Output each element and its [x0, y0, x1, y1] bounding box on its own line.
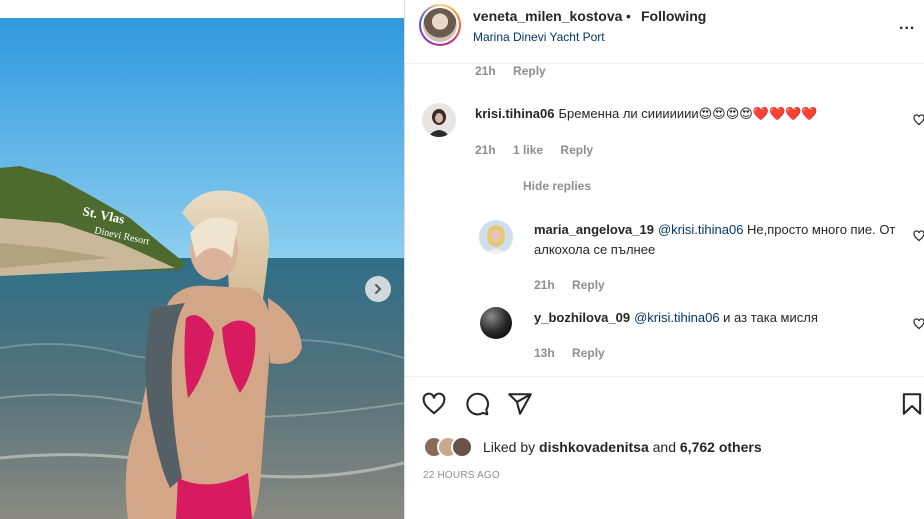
comment-like-icon[interactable] — [913, 318, 924, 330]
comment-time: 21h — [475, 64, 496, 78]
comment-mention[interactable]: @krisi.tihina06 — [634, 310, 719, 325]
comment-meta: 13h Reply — [534, 346, 619, 360]
liker-avatar[interactable] — [451, 436, 473, 458]
comment-item: krisi.tihina06 Бременна ли сиииииии😍😍😍😍❤️… — [405, 100, 924, 170]
liked-by-prefix: Liked by — [483, 439, 540, 455]
reply-item: y_bozhilova_09 @krisi.tihina06 и аз така … — [405, 304, 924, 366]
comment-time: 13h — [534, 346, 555, 360]
liked-by-user[interactable]: dishkovadenitsa — [539, 439, 649, 455]
following-button[interactable]: Following — [641, 8, 706, 24]
post-photo: St. Vlas Dinevi Resort — [0, 18, 404, 519]
post-location[interactable]: Marina Dinevi Yacht Port — [473, 30, 605, 44]
comment-body: krisi.tihina06 Бременна ли сиииииии😍😍😍😍❤️… — [475, 104, 905, 124]
liked-by-count[interactable]: 6,762 others — [680, 439, 762, 455]
comment-icon[interactable] — [464, 391, 490, 417]
comment-text: Бременна ли сиииииии😍😍😍😍❤️❤️❤️❤️ — [558, 106, 818, 121]
post-header: veneta_milen_kostova • Following Marina … — [405, 0, 924, 64]
reply-button[interactable]: Reply — [572, 278, 605, 292]
chevron-right-icon — [375, 284, 382, 294]
comment-time: 21h — [475, 143, 496, 157]
commenter-username[interactable]: maria_angelova_19 — [534, 222, 654, 237]
comment-text: и аз така мисля — [719, 310, 818, 325]
comment-likes-count[interactable]: 1 like — [513, 143, 543, 157]
liked-by-middle: and — [648, 439, 680, 455]
comment-meta: 21h Reply — [475, 64, 560, 78]
carousel-next-button[interactable] — [365, 276, 391, 302]
comment-like-icon[interactable] — [913, 230, 924, 242]
author-username[interactable]: veneta_milen_kostova — [473, 8, 622, 24]
actions-divider — [405, 376, 924, 377]
reply-item: maria_angelova_19 @krisi.tihina06 Не,прос… — [405, 216, 924, 296]
hide-replies-button[interactable]: Hide replies — [523, 179, 591, 193]
media-topbar — [0, 0, 404, 18]
reply-button[interactable]: Reply — [572, 346, 605, 360]
commenter-username[interactable]: y_bozhilova_09 — [534, 310, 630, 325]
commenter-username[interactable]: krisi.tihina06 — [475, 106, 554, 121]
reply-button[interactable]: Reply — [560, 143, 593, 157]
post-timestamp[interactable]: 22 HOURS AGO — [423, 470, 500, 481]
reply-button[interactable]: Reply — [513, 64, 546, 78]
comment-meta: 21h Reply — [534, 278, 619, 292]
post-side-panel: veneta_milen_kostova • Following Marina … — [404, 0, 924, 519]
more-options-button[interactable]: ... — [899, 16, 915, 34]
bookmark-icon[interactable] — [899, 391, 924, 417]
comment-time: 21h — [534, 278, 555, 292]
liked-by-row: Liked by dishkovadenitsa and 6,762 other… — [423, 436, 913, 458]
commenter-avatar[interactable] — [479, 306, 513, 340]
comment-like-icon[interactable] — [913, 114, 924, 126]
comment-mention[interactable]: @krisi.tihina06 — [658, 222, 743, 237]
post-media[interactable]: St. Vlas Dinevi Resort — [0, 18, 404, 519]
author-avatar[interactable] — [419, 4, 461, 46]
commenter-avatar[interactable] — [479, 220, 513, 254]
heart-icon[interactable] — [421, 391, 447, 417]
comment-meta: 21h 1 like Reply — [475, 143, 607, 157]
commenter-avatar[interactable] — [422, 103, 456, 137]
share-icon[interactable] — [507, 391, 533, 417]
header-separator: • — [626, 8, 631, 24]
liked-by-text: Liked by dishkovadenitsa and 6,762 other… — [483, 439, 762, 455]
comment-body: y_bozhilova_09 @krisi.tihina06 и аз така … — [534, 308, 899, 328]
comment-body: maria_angelova_19 @krisi.tihina06 Не,прос… — [534, 220, 899, 260]
